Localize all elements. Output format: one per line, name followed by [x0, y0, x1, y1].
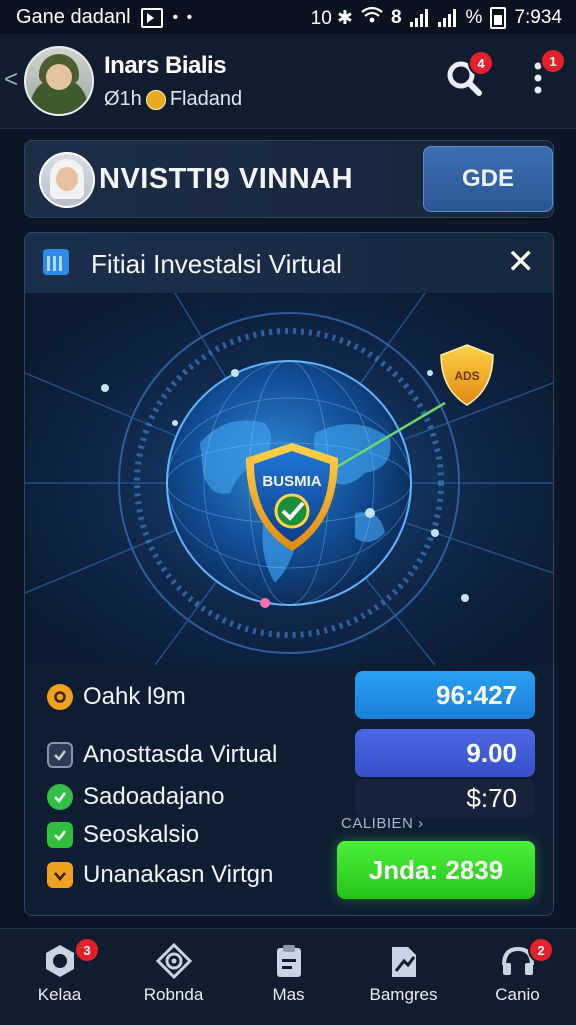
user-sub-text: Fladand [169, 88, 243, 110]
small-shield-label: ADS [454, 369, 479, 383]
check-box-icon [47, 822, 73, 848]
globe-illustration: BUSMIA ADS [25, 292, 553, 666]
investment-panel: Fitiai Investalsi Virtual ✕ BUSMIA ADS O… [24, 232, 554, 916]
menu-badge: 1 [540, 48, 566, 74]
value-field-1[interactable]: 96:427 [355, 671, 535, 719]
list-item[interactable]: Oahk l9m [47, 683, 186, 711]
coin-icon [145, 89, 166, 110]
clipboard-icon [277, 945, 301, 977]
list-item[interactable]: Anosttasda Virtual [47, 741, 277, 769]
list-item-label: Unanakasn Virtgn [83, 861, 274, 888]
list-item-label: Sadoadajano [83, 783, 225, 810]
value-field-3[interactable]: $:70 [355, 779, 535, 817]
target-icon [156, 943, 192, 979]
value-field-2[interactable]: 9.00 [355, 729, 535, 777]
network-label: 8 [390, 7, 402, 28]
user-name: Inars Bialis [104, 52, 227, 79]
list-item[interactable]: Seoskalsio [47, 821, 199, 849]
bottom-nav: 3 Kelaa Robnda Mas Bamgres 2 Canio [0, 928, 576, 1025]
nav-label: Canio [495, 985, 540, 1004]
nav-item-kelaa[interactable]: 3 Kelaa [2, 929, 117, 1025]
back-chevron-icon[interactable]: < [4, 66, 18, 94]
coin-icon [47, 684, 73, 710]
user-subtitle: Ø1h Fladand [104, 88, 242, 111]
shield-label: BUSMIA [262, 473, 321, 490]
nav-item-bamgres[interactable]: Bamgres [346, 929, 461, 1025]
signal-icon [409, 9, 430, 27]
media-icon [140, 7, 163, 28]
investment-list: Oahk l9m Anosttasda Virtual Sadoadajano … [25, 665, 553, 915]
nav-badge: 2 [528, 937, 554, 963]
wifi-icon [361, 6, 383, 30]
checkbox-icon [47, 742, 73, 768]
list-item-label: Seoskalsio [83, 821, 200, 848]
more-menu-button[interactable]: 1 [516, 48, 566, 100]
nav-label: Mas [272, 985, 305, 1004]
nav-badge: 3 [74, 937, 100, 963]
gde-button[interactable]: GDE [423, 146, 553, 212]
nav-item-mas[interactable]: Mas [231, 929, 346, 1025]
user-avatar[interactable] [24, 46, 94, 116]
caption-label: CALIBIEN › [341, 815, 424, 832]
orange-check-icon [47, 862, 73, 888]
nav-label: Bamgres [369, 985, 438, 1004]
list-item-label: Anosttasda Virtual [83, 741, 278, 768]
list-item[interactable]: Unanakasn Virtgn [47, 861, 273, 889]
battery-percent: % [465, 7, 483, 28]
arrow-chart-icon [392, 947, 416, 977]
caption-text: CALIBIEN [341, 815, 414, 832]
battery-icon [490, 7, 507, 29]
cta-button[interactable]: Jnda: 2839 [337, 841, 535, 899]
nav-item-canio[interactable]: 2 Canio [460, 929, 575, 1025]
status-bar: Gane dadanl • • 10 ✱ 8 % 7:934 [0, 0, 576, 34]
profile-card: NVISTTI9 VINNAH GDE [24, 140, 554, 218]
panel-header: Fitiai Investalsi Virtual ✕ [25, 233, 553, 294]
profile-card-title: NVISTTI9 VINNAH [99, 163, 354, 195]
list-item-label: Oahk l9m [83, 683, 186, 710]
status-time: 7:934 [514, 7, 562, 28]
status-dots: • • [172, 8, 195, 26]
profile-avatar [39, 152, 95, 208]
check-circle-icon [47, 784, 73, 810]
panel-title: Fitiai Investalsi Virtual [91, 249, 342, 279]
nav-label: Robnda [143, 985, 204, 1004]
close-icon[interactable]: ✕ [507, 245, 536, 279]
status-indicators: 10 ✱ [310, 7, 353, 29]
user-sub-prefix: Ø1h [104, 88, 142, 110]
app-header: < Inars Bialis Ø1h Fladand 4 1 [0, 34, 576, 129]
nav-item-robnda[interactable]: Robnda [116, 929, 231, 1025]
nav-label: Kelaa [37, 985, 82, 1004]
signal-icon-2 [437, 9, 458, 27]
search-badge: 4 [468, 50, 494, 76]
chevron-right-icon: › [418, 815, 424, 832]
hex-nut-icon [46, 945, 74, 977]
search-button[interactable]: 4 [442, 50, 494, 100]
calendar-icon [43, 249, 69, 275]
list-item[interactable]: Sadoadajano [47, 783, 224, 811]
status-left-text: Gane dadanl [16, 6, 131, 28]
